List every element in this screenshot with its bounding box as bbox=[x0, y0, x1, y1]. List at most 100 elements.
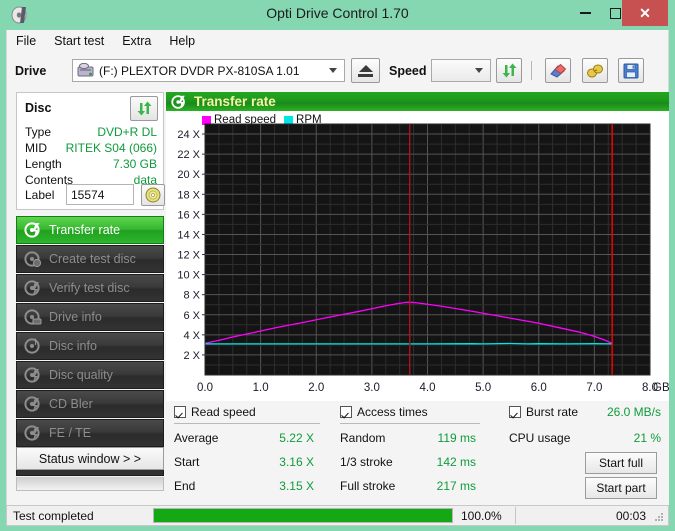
stats-section: Read speed Average 5.22 X Start 3.16 X E… bbox=[166, 401, 669, 505]
disc-row-key: Length bbox=[25, 157, 62, 171]
progress-bar bbox=[153, 508, 453, 523]
svg-text:7.0: 7.0 bbox=[586, 382, 602, 394]
svg-text:14 X: 14 X bbox=[177, 229, 200, 241]
stat-value: 217 ms bbox=[437, 479, 476, 493]
disc-label-input[interactable] bbox=[66, 184, 134, 205]
eject-icon bbox=[358, 65, 373, 77]
disc-row-value: 7.30 GB bbox=[113, 157, 157, 171]
start-full-button[interactable]: Start full bbox=[585, 452, 657, 474]
stat-key: CPU usage bbox=[509, 431, 570, 445]
stat-key: Full stroke bbox=[340, 479, 395, 493]
disc-verify-icon bbox=[24, 279, 42, 297]
sidebar-item-fe-te[interactable]: FE / TE bbox=[16, 419, 164, 447]
divider bbox=[340, 423, 480, 424]
disc-row-mid: MID RITEK S04 (066) bbox=[25, 141, 157, 157]
eject-button[interactable] bbox=[351, 58, 380, 83]
chevron-down-icon[interactable] bbox=[470, 60, 488, 81]
disc-quality-icon bbox=[24, 366, 42, 384]
svg-text:6.0: 6.0 bbox=[531, 382, 547, 394]
sidebar-item-label: Drive info bbox=[49, 310, 102, 324]
sidebar-spacer bbox=[16, 477, 164, 491]
save-button[interactable] bbox=[618, 58, 644, 83]
disc-refresh-button[interactable] bbox=[130, 96, 158, 121]
disc-panel-title: Disc bbox=[25, 101, 51, 115]
sidebar-item-cd-bler[interactable]: CD Bler bbox=[16, 390, 164, 418]
disc-test-icon bbox=[171, 94, 187, 110]
disc-label-button[interactable] bbox=[141, 184, 165, 206]
stat-key: 1/3 stroke bbox=[340, 455, 393, 469]
start-part-label: Start part bbox=[596, 481, 645, 495]
refresh-arrows-icon bbox=[501, 62, 518, 79]
disc-row-value: RITEK S04 (066) bbox=[66, 141, 157, 155]
menu-item-file[interactable]: File bbox=[7, 31, 45, 51]
sidebar-item-label: Disc info bbox=[49, 339, 97, 353]
svg-text:18 X: 18 X bbox=[177, 189, 200, 201]
disc-row-key: MID bbox=[25, 141, 47, 155]
close-button[interactable]: ✕ bbox=[622, 0, 668, 26]
svg-text:3.0: 3.0 bbox=[364, 382, 380, 394]
sidebar-item-disc-info[interactable]: i Disc info bbox=[16, 332, 164, 360]
stat-value: 3.15 X bbox=[279, 479, 314, 493]
speed-select[interactable] bbox=[431, 59, 491, 82]
status-message: Test completed bbox=[13, 509, 153, 523]
resize-grip-icon[interactable] bbox=[653, 511, 665, 523]
disc-row-length: Length 7.30 GB bbox=[25, 157, 157, 173]
disc-drive-icon bbox=[24, 308, 42, 326]
stat-value: 142 ms bbox=[437, 455, 476, 469]
sidebar-item-drive-info[interactable]: Drive info bbox=[16, 303, 164, 331]
burst-rate-checkbox[interactable]: Burst rate bbox=[509, 405, 578, 419]
menu-item-start-test[interactable]: Start test bbox=[45, 31, 113, 51]
sidebar-item-transfer-rate[interactable]: Transfer rate bbox=[16, 216, 164, 244]
burst-rate-label: Burst rate bbox=[526, 405, 578, 419]
disc-label-row: Label bbox=[25, 184, 157, 206]
erase-disc-button[interactable] bbox=[545, 58, 571, 83]
menu-item-extra[interactable]: Extra bbox=[113, 31, 160, 51]
access-times-checkbox[interactable]: Access times bbox=[340, 405, 428, 419]
progress-percent: 100.0% bbox=[461, 509, 511, 523]
stat-key: Start bbox=[174, 455, 199, 469]
sidebar-item-disc-quality[interactable]: Disc quality bbox=[16, 361, 164, 389]
chevron-down-icon[interactable] bbox=[324, 60, 342, 81]
stat-key: Random bbox=[340, 431, 385, 445]
sidebar-item-label: Disc quality bbox=[49, 368, 113, 382]
title-bar: Opti Drive Control 1.70 ✕ bbox=[0, 0, 675, 29]
svg-text:5.0: 5.0 bbox=[475, 382, 491, 394]
disc-row-key: Type bbox=[25, 125, 51, 139]
read-speed-checkbox[interactable]: Read speed bbox=[174, 405, 256, 419]
svg-text:8 X: 8 X bbox=[183, 290, 200, 302]
bookmark-button[interactable] bbox=[582, 58, 608, 83]
status-bar: Test completed 100.0% 00:03 bbox=[6, 505, 669, 526]
floppy-save-icon bbox=[623, 63, 639, 79]
menu-item-help[interactable]: Help bbox=[160, 31, 204, 51]
disc-label-key: Label bbox=[25, 188, 54, 202]
svg-text:6 X: 6 X bbox=[183, 310, 200, 322]
panel-header: Transfer rate bbox=[166, 92, 669, 111]
eraser-icon bbox=[549, 63, 567, 79]
access-times-label: Access times bbox=[357, 405, 428, 419]
stat-key: End bbox=[174, 479, 195, 493]
close-icon: ✕ bbox=[639, 6, 651, 20]
status-window-button[interactable]: Status window > > bbox=[16, 447, 164, 470]
svg-text:20 X: 20 X bbox=[177, 169, 200, 181]
menu-bar: File Start test Extra Help bbox=[6, 30, 669, 52]
start-part-button[interactable]: Start part bbox=[585, 477, 657, 499]
sidebar-item-label: CD Bler bbox=[49, 397, 93, 411]
svg-text:i: i bbox=[35, 337, 37, 347]
sidebar-item-label: FE / TE bbox=[49, 426, 91, 440]
refresh-arrows-icon bbox=[136, 100, 153, 117]
sidebar-item-create-test-disc[interactable]: Create test disc bbox=[16, 245, 164, 273]
minimize-icon bbox=[580, 12, 591, 14]
status-window-label: Status window > > bbox=[39, 452, 141, 466]
stat-value: 3.16 X bbox=[279, 455, 314, 469]
disc-row-value: DVD+R DL bbox=[97, 125, 157, 139]
sidebar-item-verify-test-disc[interactable]: Verify test disc bbox=[16, 274, 164, 302]
drive-value: (F:) PLEXTOR DVDR PX-810SA 1.01 bbox=[99, 64, 300, 78]
divider bbox=[515, 507, 516, 524]
application-window: Opti Drive Control 1.70 ✕ File Start tes… bbox=[0, 0, 675, 531]
stat-value: 21 % bbox=[634, 431, 661, 445]
minimize-button[interactable] bbox=[570, 0, 600, 26]
refresh-button[interactable] bbox=[496, 58, 522, 83]
drive-select[interactable]: (F:) PLEXTOR DVDR PX-810SA 1.01 bbox=[72, 59, 345, 82]
transfer-rate-chart: Read speed RPM 2 X4 X6 X8 X10 X12 X14 X1… bbox=[166, 111, 669, 401]
svg-text:0.0: 0.0 bbox=[197, 382, 213, 394]
